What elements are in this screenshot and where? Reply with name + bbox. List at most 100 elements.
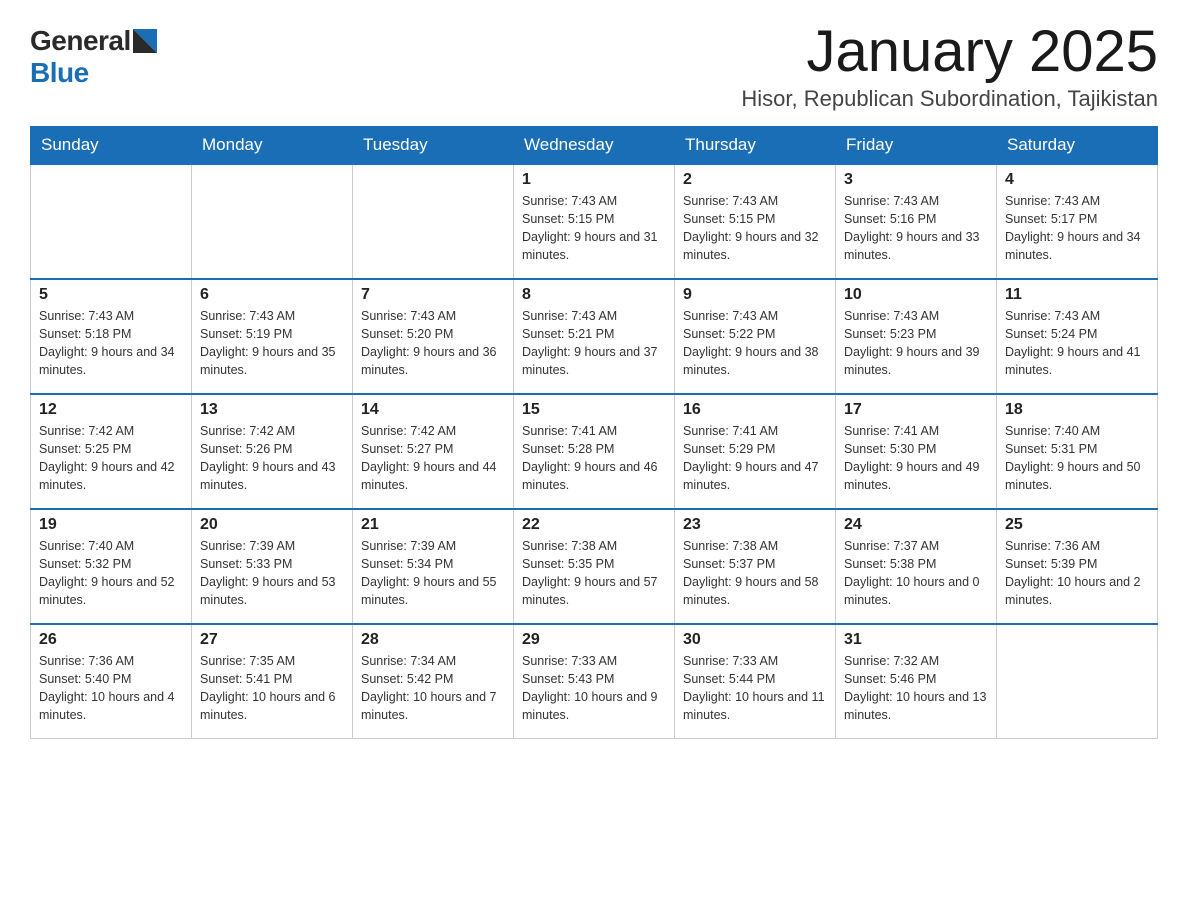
day-info: Sunrise: 7:37 AMSunset: 5:38 PMDaylight:… — [844, 537, 988, 610]
day-number: 30 — [683, 631, 827, 649]
day-info: Sunrise: 7:39 AMSunset: 5:33 PMDaylight:… — [200, 537, 344, 610]
day-number: 16 — [683, 401, 827, 419]
col-header-tuesday: Tuesday — [353, 126, 514, 164]
day-info: Sunrise: 7:43 AMSunset: 5:18 PMDaylight:… — [39, 307, 183, 380]
calendar-day-2: 2Sunrise: 7:43 AMSunset: 5:15 PMDaylight… — [675, 164, 836, 279]
day-info: Sunrise: 7:40 AMSunset: 5:31 PMDaylight:… — [1005, 422, 1149, 495]
calendar-week-row: 5 Sunrise: 7:43 AMSunset: 5:18 PMDaylight… — [31, 279, 1158, 394]
day-info: Sunrise: 7:41 AMSunset: 5:29 PMDaylight:… — [683, 422, 827, 495]
day-info: Sunrise: 7:43 AMSunset: 5:17 PMDaylight:… — [1005, 192, 1149, 265]
col-header-saturday: Saturday — [997, 126, 1158, 164]
calendar-day-25: 25 Sunrise: 7:36 AMSunset: 5:39 PMDayligh… — [997, 509, 1158, 624]
day-info: Sunrise: 7:43 AMSunset: 5:21 PMDaylight:… — [522, 307, 666, 380]
day-info: Sunrise: 7:39 AMSunset: 5:34 PMDaylight:… — [361, 537, 505, 610]
calendar-week-row: 12Sunrise: 7:42 AMSunset: 5:25 PMDayligh… — [31, 394, 1158, 509]
col-header-wednesday: Wednesday — [514, 126, 675, 164]
day-number: 7 — [361, 286, 505, 304]
calendar-title: January 2025 — [741, 20, 1158, 84]
day-info: Sunrise: 7:34 AMSunset: 5:42 PMDaylight:… — [361, 652, 505, 725]
day-info: Sunrise: 7:36 AMSunset: 5:39 PMDaylight:… — [1005, 537, 1149, 610]
calendar-day-24: 24 Sunrise: 7:37 AMSunset: 5:38 PMDayligh… — [836, 509, 997, 624]
day-number: 8 — [522, 286, 666, 304]
header-row: General Blue January 2025 Hisor, Republi… — [30, 20, 1158, 112]
day-number: 11 — [1005, 286, 1149, 304]
col-header-sunday: Sunday — [31, 126, 192, 164]
day-number: 28 — [361, 631, 505, 649]
day-number: 26 — [39, 631, 183, 649]
day-info: Sunrise: 7:43 AMSunset: 5:20 PMDaylight:… — [361, 307, 505, 380]
calendar-table: SundayMondayTuesdayWednesdayThursdayFrid… — [30, 126, 1158, 740]
day-number: 15 — [522, 401, 666, 419]
calendar-empty-cell — [997, 624, 1158, 739]
calendar-day-31: 31Sunrise: 7:32 AMSunset: 5:46 PMDayligh… — [836, 624, 997, 739]
day-number: 5 — [39, 286, 183, 304]
calendar-day-20: 20Sunrise: 7:39 AMSunset: 5:33 PMDayligh… — [192, 509, 353, 624]
calendar-empty-cell — [353, 164, 514, 279]
calendar-day-16: 16 Sunrise: 7:41 AMSunset: 5:29 PMDayligh… — [675, 394, 836, 509]
day-info: Sunrise: 7:43 AMSunset: 5:24 PMDaylight:… — [1005, 307, 1149, 380]
day-number: 12 — [39, 401, 183, 419]
day-info: Sunrise: 7:43 AMSunset: 5:16 PMDaylight:… — [844, 192, 988, 265]
day-number: 17 — [844, 401, 988, 419]
calendar-day-13: 13 Sunrise: 7:42 AMSunset: 5:26 PMDayligh… — [192, 394, 353, 509]
calendar-day-14: 14Sunrise: 7:42 AMSunset: 5:27 PMDayligh… — [353, 394, 514, 509]
day-number: 25 — [1005, 516, 1149, 534]
day-info: Sunrise: 7:38 AMSunset: 5:35 PMDaylight:… — [522, 537, 666, 610]
day-number: 21 — [361, 516, 505, 534]
day-info: Sunrise: 7:38 AMSunset: 5:37 PMDaylight:… — [683, 537, 827, 610]
calendar-week-row: 1Sunrise: 7:43 AMSunset: 5:15 PMDaylight… — [31, 164, 1158, 279]
day-number: 23 — [683, 516, 827, 534]
calendar-day-15: 15 Sunrise: 7:41 AMSunset: 5:28 PMDayligh… — [514, 394, 675, 509]
calendar-day-4: 4 Sunrise: 7:43 AMSunset: 5:17 PMDaylight… — [997, 164, 1158, 279]
day-info: Sunrise: 7:43 AMSunset: 5:15 PMDaylight:… — [683, 192, 827, 265]
calendar-day-1: 1Sunrise: 7:43 AMSunset: 5:15 PMDaylight… — [514, 164, 675, 279]
calendar-day-22: 22Sunrise: 7:38 AMSunset: 5:35 PMDayligh… — [514, 509, 675, 624]
day-number: 19 — [39, 516, 183, 534]
calendar-day-5: 5 Sunrise: 7:43 AMSunset: 5:18 PMDaylight… — [31, 279, 192, 394]
day-info: Sunrise: 7:41 AMSunset: 5:28 PMDaylight:… — [522, 422, 666, 495]
day-number: 29 — [522, 631, 666, 649]
day-info: Sunrise: 7:33 AMSunset: 5:44 PMDaylight:… — [683, 652, 827, 725]
day-number: 31 — [844, 631, 988, 649]
day-number: 4 — [1005, 171, 1149, 189]
day-number: 24 — [844, 516, 988, 534]
day-info: Sunrise: 7:36 AMSunset: 5:40 PMDaylight:… — [39, 652, 183, 725]
calendar-day-8: 8 Sunrise: 7:43 AMSunset: 5:21 PMDaylight… — [514, 279, 675, 394]
calendar-day-29: 29 Sunrise: 7:33 AMSunset: 5:43 PMDayligh… — [514, 624, 675, 739]
day-info: Sunrise: 7:43 AMSunset: 5:15 PMDaylight:… — [522, 192, 666, 265]
calendar-day-30: 30 Sunrise: 7:33 AMSunset: 5:44 PMDayligh… — [675, 624, 836, 739]
day-info: Sunrise: 7:42 AMSunset: 5:26 PMDaylight:… — [200, 422, 344, 495]
logo-general-text: General — [30, 25, 131, 57]
col-header-thursday: Thursday — [675, 126, 836, 164]
calendar-day-10: 10Sunrise: 7:43 AMSunset: 5:23 PMDayligh… — [836, 279, 997, 394]
day-info: Sunrise: 7:41 AMSunset: 5:30 PMDaylight:… — [844, 422, 988, 495]
title-block: January 2025 Hisor, Republican Subordina… — [741, 20, 1158, 112]
calendar-day-19: 19 Sunrise: 7:40 AMSunset: 5:32 PMDayligh… — [31, 509, 192, 624]
logo-arrow-icon — [133, 29, 157, 53]
calendar-empty-cell — [192, 164, 353, 279]
calendar-day-9: 9 Sunrise: 7:43 AMSunset: 5:22 PMDaylight… — [675, 279, 836, 394]
day-info: Sunrise: 7:43 AMSunset: 5:19 PMDaylight:… — [200, 307, 344, 380]
col-header-monday: Monday — [192, 126, 353, 164]
calendar-day-26: 26 Sunrise: 7:36 AMSunset: 5:40 PMDayligh… — [31, 624, 192, 739]
day-number: 13 — [200, 401, 344, 419]
day-info: Sunrise: 7:43 AMSunset: 5:22 PMDaylight:… — [683, 307, 827, 380]
calendar-day-17: 17 Sunrise: 7:41 AMSunset: 5:30 PMDayligh… — [836, 394, 997, 509]
calendar-day-27: 27Sunrise: 7:35 AMSunset: 5:41 PMDayligh… — [192, 624, 353, 739]
calendar-day-3: 3Sunrise: 7:43 AMSunset: 5:16 PMDaylight… — [836, 164, 997, 279]
day-number: 6 — [200, 286, 344, 304]
col-header-friday: Friday — [836, 126, 997, 164]
logo-blue-text: Blue — [30, 57, 89, 88]
day-number: 9 — [683, 286, 827, 304]
calendar-day-23: 23 Sunrise: 7:38 AMSunset: 5:37 PMDayligh… — [675, 509, 836, 624]
day-number: 27 — [200, 631, 344, 649]
calendar-day-21: 21 Sunrise: 7:39 AMSunset: 5:34 PMDayligh… — [353, 509, 514, 624]
day-info: Sunrise: 7:33 AMSunset: 5:43 PMDaylight:… — [522, 652, 666, 725]
logo-line2: Blue — [30, 57, 157, 89]
logo-block: General Blue — [30, 20, 157, 89]
day-info: Sunrise: 7:40 AMSunset: 5:32 PMDaylight:… — [39, 537, 183, 610]
calendar-day-7: 7 Sunrise: 7:43 AMSunset: 5:20 PMDaylight… — [353, 279, 514, 394]
calendar-day-18: 18Sunrise: 7:40 AMSunset: 5:31 PMDayligh… — [997, 394, 1158, 509]
calendar-header-row: SundayMondayTuesdayWednesdayThursdayFrid… — [31, 126, 1158, 164]
calendar-empty-cell — [31, 164, 192, 279]
